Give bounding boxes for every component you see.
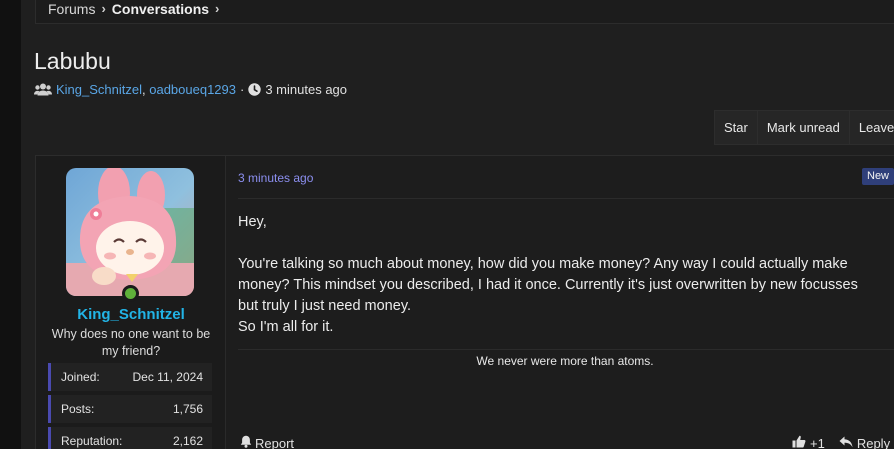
reply-icon	[839, 436, 853, 449]
leave-button[interactable]: Leave	[850, 111, 894, 144]
left-gutter	[0, 0, 21, 449]
stat-row-joined: Joined: Dec 11, 2024	[48, 363, 212, 391]
message-content-cell: 3 minutes ago New Hey, You're talking so…	[226, 156, 894, 449]
reply-button[interactable]: Reply	[839, 436, 890, 449]
message-body: Hey, You're talking so much about money,…	[238, 212, 878, 338]
message-closing: So I'm all for it.	[238, 319, 334, 335]
stat-label: Posts:	[61, 402, 95, 416]
message-paragraph: You're talking so much about money, how …	[238, 256, 858, 314]
thread-time: 3 minutes ago	[265, 82, 348, 97]
stat-value: Dec 11, 2024	[132, 370, 204, 384]
report-link[interactable]: Report	[240, 435, 294, 449]
mark-unread-button[interactable]: Mark unread	[758, 111, 850, 144]
message-header-divider	[238, 198, 894, 199]
breadcrumb: Forums › Conversations ›	[35, 0, 894, 24]
participant-link[interactable]: King_Schnitzel	[56, 82, 142, 97]
thread-meta: King_Schnitzel , oadboueq1293 · 3 minute…	[34, 82, 347, 97]
participant-link[interactable]: oadboueq1293	[149, 82, 236, 97]
message-user-cell: King_Schnitzel Why does no one want to b…	[36, 156, 226, 449]
main-area: Forums › Conversations › Labubu King_Sch…	[21, 0, 894, 449]
thumbs-up-icon	[792, 435, 806, 449]
like-button[interactable]: +1	[792, 435, 825, 449]
page-title: Labubu	[34, 48, 111, 74]
new-badge: New	[862, 168, 894, 185]
chevron-right-icon: ›	[101, 1, 106, 16]
stat-label: Reputation:	[61, 434, 123, 448]
message-time[interactable]: 3 minutes ago	[238, 171, 313, 185]
stat-label: Joined:	[61, 370, 100, 384]
like-count: +1	[810, 435, 825, 449]
message-actions: +1 Reply	[792, 435, 894, 449]
stat-value: 1,756	[172, 402, 203, 416]
signature: We never were more than atoms.	[476, 354, 654, 368]
stat-value: 2,162	[172, 434, 203, 448]
chevron-right-icon: ›	[215, 1, 220, 16]
bell-icon	[240, 435, 252, 449]
breadcrumb-forums[interactable]: Forums	[48, 1, 95, 17]
message: King_Schnitzel Why does no one want to b…	[35, 155, 894, 449]
participant-separator: ,	[142, 82, 150, 97]
reply-label: Reply	[856, 435, 891, 449]
online-status-icon	[122, 285, 139, 302]
users-icon	[34, 83, 52, 96]
signature-divider	[238, 349, 894, 350]
message-greeting: Hey,	[238, 214, 267, 230]
report-label: Report	[255, 435, 295, 449]
breadcrumb-conversations[interactable]: Conversations	[112, 1, 209, 17]
conversation-actions: Star Mark unread Leave	[714, 110, 894, 145]
meta-dot: ·	[240, 82, 245, 97]
username[interactable]: King_Schnitzel	[36, 306, 226, 323]
stat-row-posts: Posts: 1,756	[48, 395, 212, 423]
star-button[interactable]: Star	[715, 111, 758, 144]
clock-icon	[248, 83, 262, 96]
user-title: Why does no one want to be my friend?	[51, 327, 211, 358]
avatar[interactable]	[66, 168, 194, 296]
stat-row-reputation: Reputation: 2,162	[48, 427, 212, 449]
